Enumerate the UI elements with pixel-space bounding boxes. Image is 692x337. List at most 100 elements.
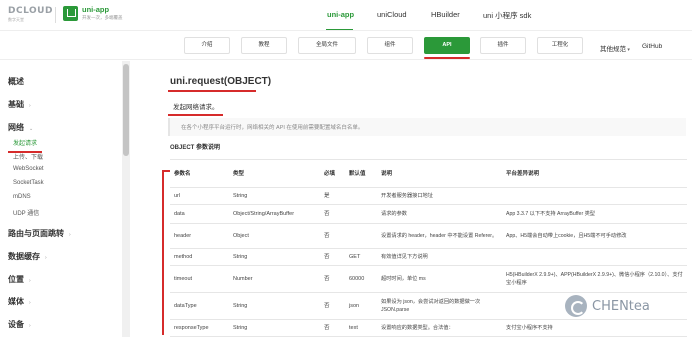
table-cell: 是: [320, 187, 345, 205]
table-cell: 否: [320, 204, 345, 224]
sidebar-subitem-request[interactable]: 发起请求: [13, 138, 37, 147]
table-cell: 否: [320, 265, 345, 293]
table-cell: timeout: [170, 265, 229, 293]
table-cell: 设置响应的数据类型。合法值：: [377, 319, 502, 337]
chevron-right-icon: ›: [29, 103, 31, 109]
table-cell: String: [229, 248, 320, 266]
table-cell: 请求的参数: [377, 204, 502, 224]
wechat-logo-icon: [565, 295, 587, 317]
subnav-plugins-button[interactable]: 插件: [480, 37, 526, 54]
sidebar-highlight-mark: [8, 151, 42, 153]
table-cell: [502, 187, 687, 205]
page-title: uni.request(OBJECT): [170, 76, 272, 87]
dcloud-logo-word: DCLOUD: [8, 6, 53, 16]
sidebar-item-label: 位置: [8, 275, 24, 284]
page-description: 发起网络请求。: [173, 104, 219, 111]
topnav-uni-app[interactable]: uni-app: [327, 10, 354, 19]
table-cell: 如果设为 json，会尝试对返回的数据做一次 JSON.parse: [377, 292, 502, 320]
chevron-right-icon: ›: [29, 300, 31, 306]
sidebar-item-label: 媒体: [8, 297, 24, 306]
sidebar-item-storage[interactable]: 数据缓存 ›: [8, 251, 47, 262]
logo-divider: [55, 7, 56, 23]
table-cell: 设置请求的 header，header 中不能设置 Referer。: [377, 223, 502, 249]
watermark: CHENtea: [565, 295, 650, 317]
sidebar-item-label: 路由与页面跳转: [8, 229, 64, 238]
table-cell: data: [170, 204, 229, 224]
table-cell: H5(HBuilderX 2.9.9+)、APP(HBuilderX 2.9.9…: [502, 265, 687, 293]
subnav-other-specs-label: 其他规范: [600, 46, 626, 53]
table-row: timeout Number 否 60000 超时时间，单位 ms H5(HBu…: [170, 265, 687, 293]
table-cell: GET: [345, 248, 377, 266]
topnav-unicloud[interactable]: uniCloud: [377, 10, 407, 19]
info-note-text: 在各个小程序平台运行时，网络相关的 API 在使用前需要配置域名白名单。: [181, 125, 364, 131]
table-cell: App 3.3.7 以下不支持 ArrayBuffer 类型: [502, 204, 687, 224]
table-header-cell: 默认值: [345, 159, 377, 188]
subnav-engineering-button[interactable]: 工程化: [537, 37, 583, 54]
table-cell: [502, 248, 687, 266]
topnav-uni-sdk[interactable]: uni 小程序 sdk: [483, 10, 531, 21]
sidebar-item-routing[interactable]: 路由与页面跳转 ›: [8, 228, 71, 239]
sidebar-subitem-udp[interactable]: UDP 通信: [13, 208, 39, 217]
table-cell: text: [345, 319, 377, 337]
subnav-intro-button[interactable]: 介绍: [184, 37, 230, 54]
table-cell: responseType: [170, 319, 229, 337]
table-cell: 否: [320, 223, 345, 249]
sidebar: 概述 基础 › 网络 ⌄ 发起请求 上传、下载 WebSocket SocketTa…: [0, 61, 130, 337]
table-cell: [345, 223, 377, 249]
table-row: data Object/String/ArrayBuffer 否 请求的参数 A…: [170, 204, 687, 224]
sidebar-subitem-websocket[interactable]: WebSocket: [13, 166, 44, 172]
title-highlight-mark: [168, 90, 256, 92]
dcloud-logo[interactable]: DCLOUD 数字天堂: [8, 6, 53, 23]
sidebar-subitem-mdns[interactable]: mDNS: [13, 194, 31, 200]
chevron-right-icon: ›: [69, 232, 71, 238]
table-cell: json: [345, 292, 377, 320]
subnav-other-specs-dropdown[interactable]: 其他规范 ▾: [600, 43, 630, 53]
table-cell: 有效值详见下方说明: [377, 248, 502, 266]
sidebar-item-overview[interactable]: 概述: [8, 76, 24, 87]
uni-app-logo-icon[interactable]: [63, 6, 78, 21]
uni-app-slogan: 开发一次，多端覆盖: [82, 15, 123, 20]
table-header-row: 参数名 类型 必填 默认值 说明 平台差异说明: [170, 159, 687, 188]
sidebar-subitem-upload-download[interactable]: 上传、下载: [13, 152, 43, 161]
subnav-global-files-button[interactable]: 全局文件: [298, 37, 356, 54]
sub-navigation: 介绍 教程 全局文件 组件 API 插件 工程化 其他规范 ▾ GitHub: [0, 30, 692, 60]
table-cell: 支付宝小程序不支持: [502, 319, 687, 337]
table-cell: [345, 187, 377, 205]
table-cell: Object/String/ArrayBuffer: [229, 204, 320, 224]
subnav-tutorial-button[interactable]: 教程: [241, 37, 287, 54]
table-header-cell: 平台差异说明: [502, 159, 687, 188]
uni-app-title[interactable]: uni-app: [82, 5, 109, 14]
table-cell: header: [170, 223, 229, 249]
sidebar-item-label: 设备: [8, 320, 24, 329]
table-cell: String: [229, 292, 320, 320]
sidebar-item-label: 网络: [8, 123, 24, 132]
subnav-github-link[interactable]: GitHub: [642, 43, 662, 50]
table-highlight-bracket: [162, 170, 170, 335]
sidebar-scrollbar-thumb[interactable]: [123, 64, 129, 156]
subnav-api-button[interactable]: API: [424, 37, 470, 54]
description-highlight-mark: [168, 114, 223, 116]
sidebar-item-network[interactable]: 网络 ⌄: [8, 122, 33, 133]
table-header-cell: 参数名: [170, 159, 229, 188]
info-note: 在各个小程序平台运行时，网络相关的 API 在使用前需要配置域名白名单。: [168, 118, 686, 136]
sidebar-item-label: 基础: [8, 100, 24, 109]
table-cell: Object: [229, 223, 320, 249]
subnav-components-button[interactable]: 组件: [367, 37, 413, 54]
topnav-hbuilder[interactable]: HBuilder: [431, 10, 460, 19]
sidebar-item-media[interactable]: 媒体 ›: [8, 296, 31, 307]
sidebar-item-label: 概述: [8, 77, 24, 86]
table-cell: 否: [320, 248, 345, 266]
chevron-down-icon: ⌄: [29, 126, 34, 132]
sidebar-item-device[interactable]: 设备 ›: [8, 319, 31, 330]
chevron-right-icon: ›: [45, 255, 47, 261]
sidebar-subitem-sockettask[interactable]: SocketTask: [13, 180, 44, 186]
chevron-down-icon: ▾: [626, 47, 630, 53]
table-cell: 否: [320, 319, 345, 337]
chevron-right-icon: ›: [29, 278, 31, 284]
dcloud-logo-sub: 数字天堂: [8, 17, 24, 22]
sidebar-item-basics[interactable]: 基础 ›: [8, 99, 31, 110]
table-header-cell: 必填: [320, 159, 345, 188]
table-cell: 否: [320, 292, 345, 320]
sidebar-item-location[interactable]: 位置 ›: [8, 274, 31, 285]
table-cell: 60000: [345, 265, 377, 293]
